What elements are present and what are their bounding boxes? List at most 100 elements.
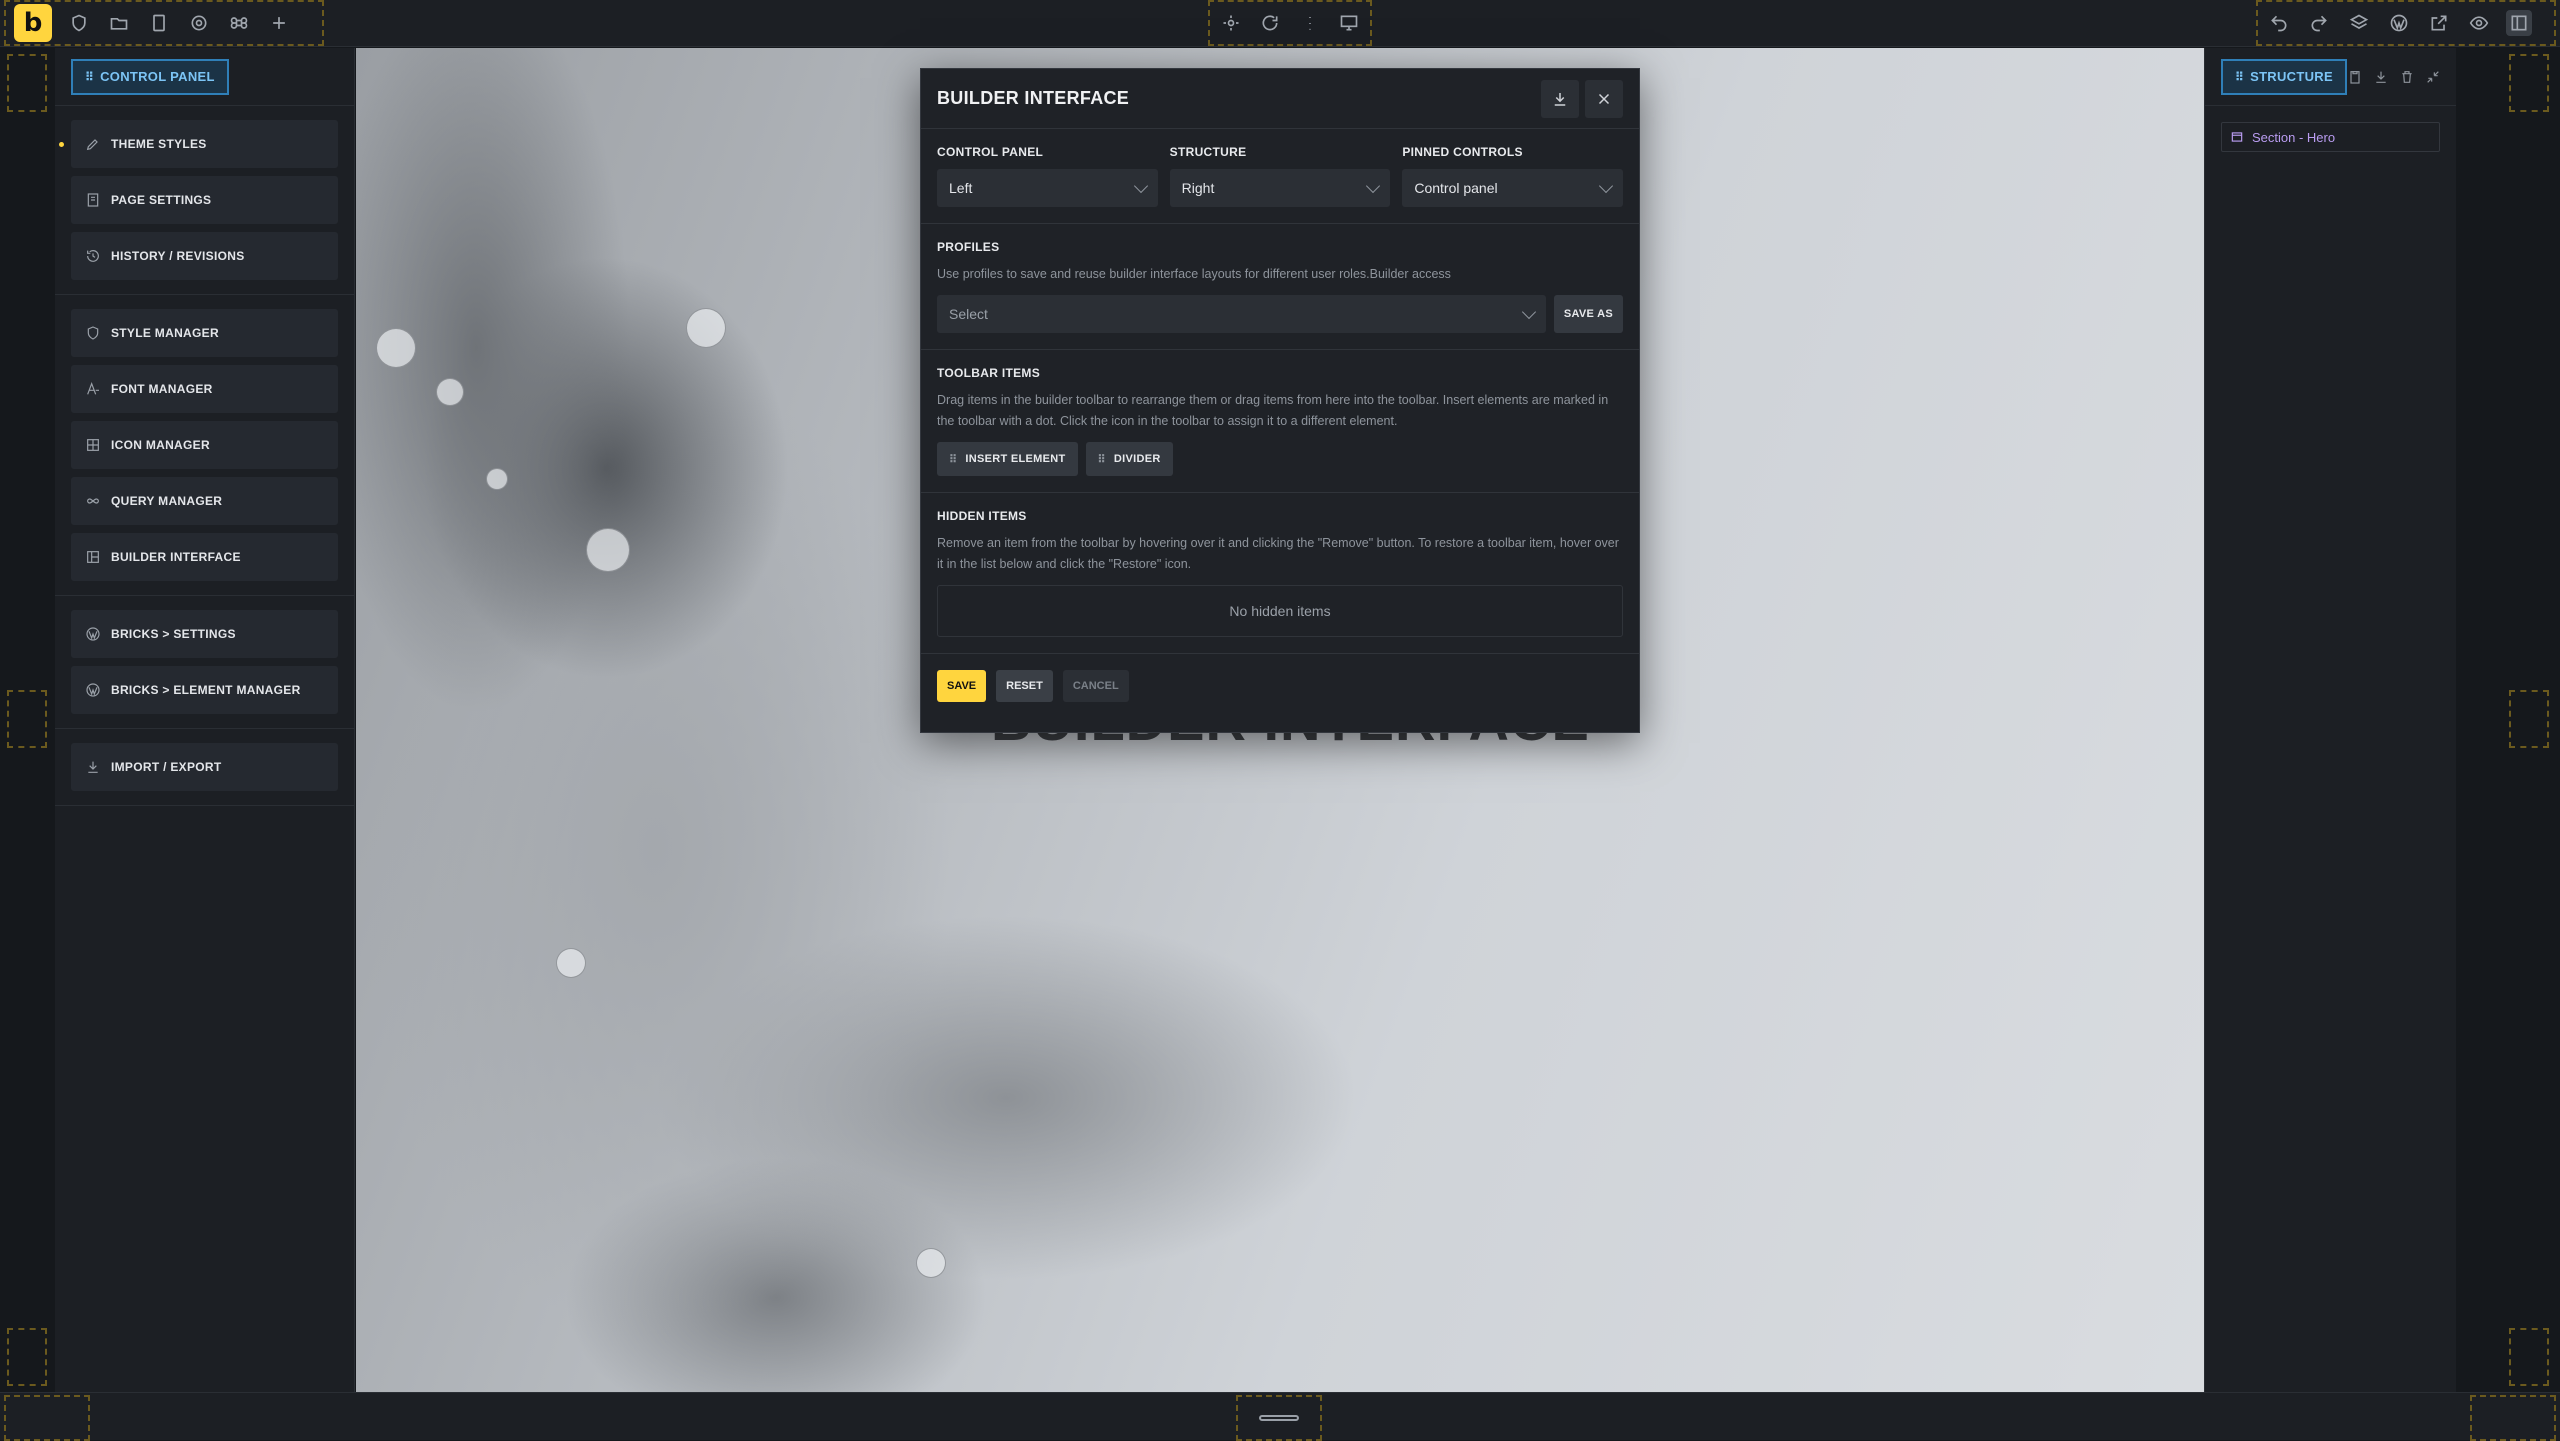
divider-chip[interactable]: ⠿ DIVIDER <box>1085 442 1173 476</box>
control-panel-header: ⠿ CONTROL PANEL <box>55 48 354 106</box>
command-icon[interactable] <box>226 10 252 36</box>
hidden-items-label: HIDDEN ITEMS <box>937 509 1027 523</box>
structure-tab[interactable]: ⠿ STRUCTURE <box>2221 58 2347 95</box>
drop-zone[interactable] <box>7 1328 47 1386</box>
download-button[interactable] <box>1541 79 1579 118</box>
menu-item-bricks-settings[interactable]: BRICKS > SETTINGS <box>71 610 338 658</box>
pages-icon[interactable] <box>146 10 172 36</box>
gear-icon[interactable] <box>186 10 212 36</box>
structure-item-section-hero[interactable]: Section - Hero <box>2221 122 2440 152</box>
cancel-button[interactable]: CANCEL <box>1062 670 1129 702</box>
save-button[interactable]: SAVE <box>937 670 987 702</box>
sun-icon[interactable] <box>1218 10 1244 36</box>
structure-select[interactable]: Right <box>1169 169 1391 207</box>
drop-zone[interactable] <box>7 54 47 112</box>
modal-actions <box>1541 79 1623 118</box>
eye-icon[interactable] <box>2466 10 2492 36</box>
control-panel-label: CONTROL PANEL <box>937 145 1044 159</box>
right-drop-zone-column <box>2457 48 2560 1392</box>
menu-item-page-settings[interactable]: PAGE SETTINGS <box>71 176 338 224</box>
wordpress-icon <box>86 627 100 641</box>
control-panel-select[interactable]: Left <box>937 169 1158 207</box>
toolbar-items-label: TOOLBAR ITEMS <box>937 366 1041 380</box>
infinity-icon <box>87 498 99 504</box>
modal-footer: SAVE RESET CANCEL <box>921 654 1639 718</box>
menu-group: STYLE MANAGER FONT MANAGER ICON MANAGER … <box>55 295 354 596</box>
drop-zone[interactable] <box>2509 54 2549 112</box>
chip-label: INSERT ELEMENT <box>965 453 1066 465</box>
menu-item-history-revisions[interactable]: HISTORY / REVISIONS <box>71 232 338 280</box>
plus-icon[interactable] <box>266 10 292 36</box>
grip-icon: ⠿ <box>949 453 958 466</box>
bottom-toolbar <box>0 1392 2560 1441</box>
drop-zone[interactable] <box>2470 1395 2556 1441</box>
profiles-label: PROFILES <box>937 240 1000 254</box>
desktop-icon[interactable] <box>1337 10 1363 36</box>
shield-icon[interactable] <box>66 10 92 36</box>
external-link-icon[interactable] <box>2426 10 2452 36</box>
menu-item-theme-styles[interactable]: THEME STYLES <box>59 120 338 168</box>
brush-icon <box>86 139 98 151</box>
menu-item-query-manager[interactable]: QUERY MANAGER <box>71 477 338 525</box>
control-panel-tab[interactable]: ⠿ CONTROL PANEL <box>71 58 229 95</box>
menu-item-label: PAGE SETTINGS <box>111 193 212 207</box>
menu-item-label: HISTORY / REVISIONS <box>111 249 245 263</box>
grip-icon: ⠿ <box>1097 453 1106 466</box>
pinned-controls-setting: PINNED CONTROLS Control panel <box>1402 145 1624 207</box>
insert-element-chip[interactable]: ⠿ INSERT ELEMENT <box>937 442 1078 476</box>
menu-item-bricks-element-manager[interactable]: BRICKS > ELEMENT MANAGER <box>71 666 338 714</box>
menu-group: IMPORT / EXPORT <box>55 729 354 806</box>
collapse-icon[interactable] <box>2425 69 2441 85</box>
pinned-controls-value: Control panel <box>1414 180 1498 196</box>
menu-item-import-export[interactable]: IMPORT / EXPORT <box>71 743 338 791</box>
close-button[interactable] <box>1585 79 1623 118</box>
profile-select-placeholder: Select <box>949 306 988 322</box>
layers-icon[interactable] <box>2346 10 2372 36</box>
reset-button[interactable]: RESET <box>996 670 1053 702</box>
pinned-controls-label: PINNED CONTROLS <box>1402 145 1523 159</box>
bottom-handle-zone[interactable] <box>1236 1395 1322 1441</box>
drop-zone[interactable] <box>4 1395 90 1441</box>
control-panel-value: Left <box>949 180 973 196</box>
menu-item-font-manager[interactable]: FONT MANAGER <box>71 365 338 413</box>
trash-icon[interactable] <box>2399 69 2415 85</box>
more-vertical-icon[interactable] <box>1297 10 1323 36</box>
profile-select[interactable]: Select <box>937 295 1546 333</box>
drag-handle-icon[interactable] <box>1259 1415 1299 1421</box>
drop-zone[interactable] <box>2509 690 2549 748</box>
top-toolbar: b <box>0 0 2560 47</box>
menu-group: THEME STYLES PAGE SETTINGS HISTORY / REV… <box>55 106 354 295</box>
download-icon <box>88 761 98 773</box>
structure-value: Right <box>1181 180 1215 196</box>
structure-tab-label: STRUCTURE <box>2250 69 2333 84</box>
modal-header: BUILDER INTERFACE <box>921 69 1639 129</box>
refresh-icon[interactable] <box>1258 10 1284 36</box>
folder-icon[interactable] <box>106 10 132 36</box>
menu-item-label: BRICKS > SETTINGS <box>111 627 236 641</box>
chevron-down-icon <box>1598 178 1614 193</box>
hidden-items-description: Remove an item from the toolbar by hover… <box>937 536 1619 571</box>
menu-item-label: ICON MANAGER <box>111 438 210 452</box>
bricks-logo[interactable]: b <box>14 4 52 42</box>
canvas-decoration <box>586 528 630 572</box>
menu-item-icon-manager[interactable]: ICON MANAGER <box>71 421 338 469</box>
menu-item-style-manager[interactable]: STYLE MANAGER <box>71 309 338 357</box>
undo-icon[interactable] <box>2266 10 2292 36</box>
chevron-down-icon <box>1133 178 1148 193</box>
drop-zone[interactable] <box>2509 1328 2549 1386</box>
panel-icon[interactable] <box>2506 10 2532 36</box>
save-as-button[interactable]: SAVE AS <box>1553 295 1623 333</box>
canvas-decoration <box>556 948 586 978</box>
clipboard-icon[interactable] <box>2347 69 2363 85</box>
grip-icon[interactable]: ⠿ <box>2235 70 2244 84</box>
pinned-controls-select[interactable]: Control panel <box>1402 169 1624 207</box>
wordpress-icon[interactable] <box>2386 10 2412 36</box>
canvas-decoration <box>486 468 508 490</box>
wordpress-icon <box>86 683 100 697</box>
redo-icon[interactable] <box>2306 10 2332 36</box>
download-icon[interactable] <box>2373 69 2389 85</box>
menu-item-builder-interface[interactable]: BUILDER INTERFACE <box>71 533 338 581</box>
drop-zone[interactable] <box>7 690 47 748</box>
chevron-down-icon <box>1521 304 1536 319</box>
grip-icon[interactable]: ⠿ <box>85 70 94 84</box>
